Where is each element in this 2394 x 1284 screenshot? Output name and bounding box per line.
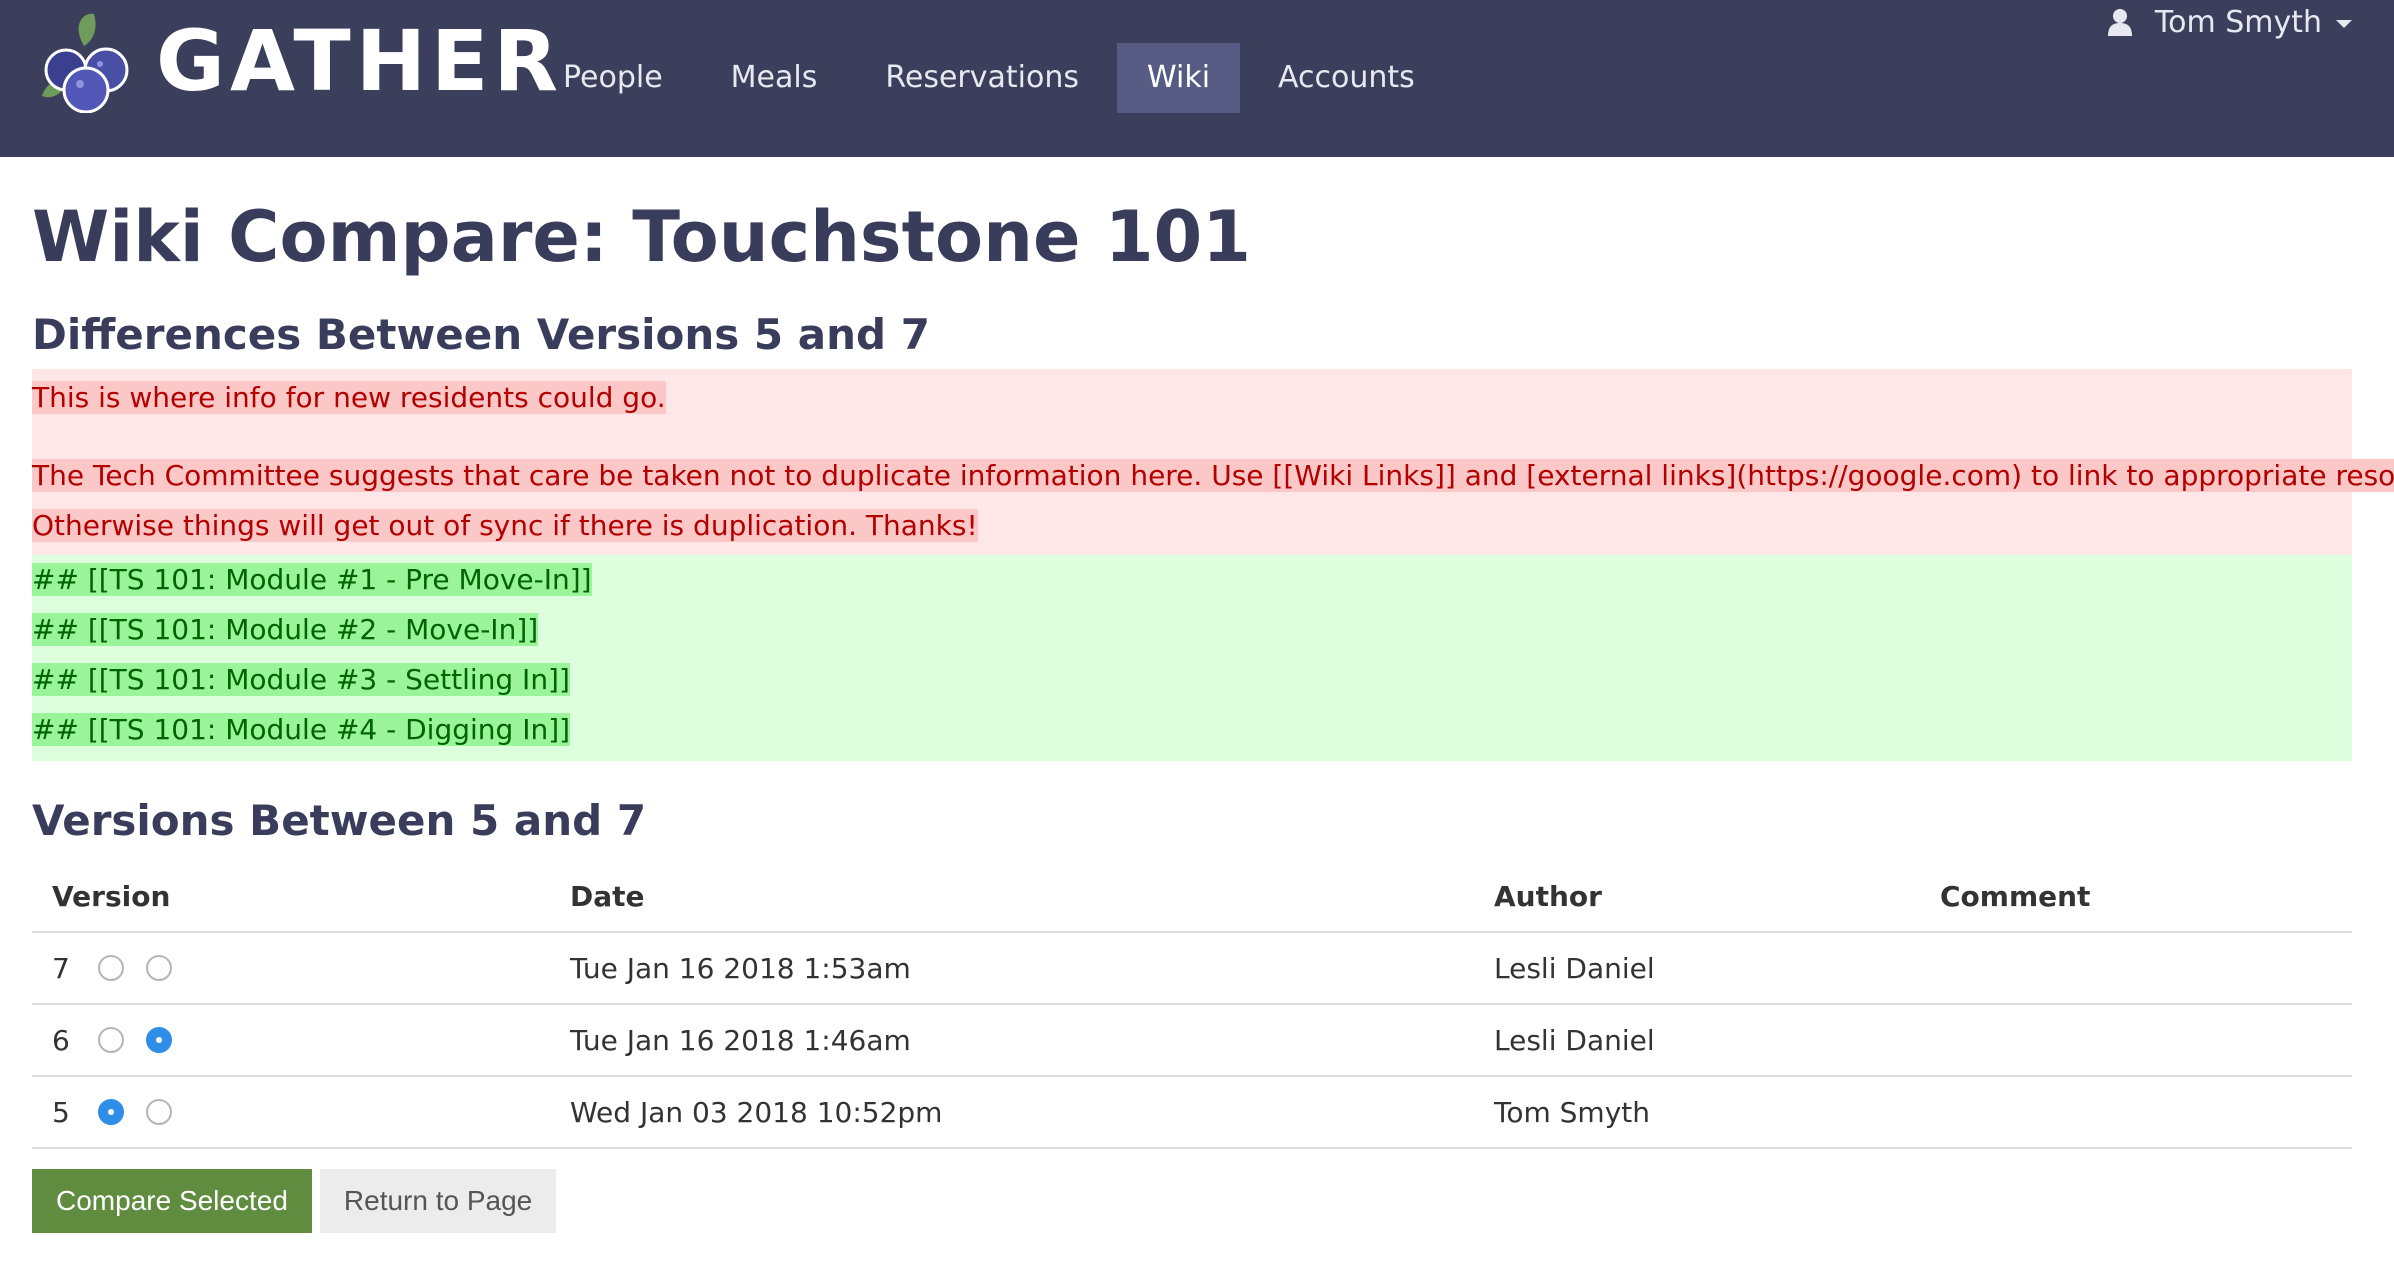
diff-added-line: ## [[TS 101: Module #2 - Move-In]] [32,613,539,646]
version-date: Tue Jan 16 2018 1:53am [550,932,1474,1005]
diff-added-block: ## [[TS 101: Module #1 - Pre Move-In]] #… [32,555,2352,761]
nav-item-reservations[interactable]: Reservations [855,43,1109,113]
column-header-version: Version [32,861,550,933]
action-buttons: Compare Selected Return to Page [32,1169,2352,1233]
old-version-radio[interactable] [98,955,124,981]
user-name: Tom Smyth [2154,4,2322,40]
table-row: 7 Tue Jan 16 2018 1:53am Lesli Daniel [32,932,2352,1005]
version-comment [1920,932,2352,1005]
version-author: Lesli Daniel [1474,1004,1920,1077]
nav-item-wiki[interactable]: Wiki [1116,43,1241,113]
diff-removed-line: Otherwise things will get out of sync if… [32,509,978,542]
blueberry-logo-icon [42,13,129,113]
old-version-radio[interactable] [98,1027,124,1053]
new-version-radio[interactable] [146,955,172,981]
version-comment [1920,1004,2352,1077]
new-version-radio[interactable] [146,1027,172,1053]
diff-added-line: ## [[TS 101: Module #3 - Settling In]] [32,663,570,696]
version-author: Lesli Daniel [1474,932,1920,1005]
versions-table: Version Date Author Comment 7 Tue Jan 16… [32,861,2352,1149]
table-row: 5 Wed Jan 03 2018 10:52pm Tom Smyth [32,1076,2352,1149]
nav-item-accounts[interactable]: Accounts [1248,43,1445,113]
nav-item-people[interactable]: People [533,43,693,113]
return-to-page-button[interactable]: Return to Page [319,1169,557,1233]
version-date: Tue Jan 16 2018 1:46am [550,1004,1474,1077]
diff-added-line: ## [[TS 101: Module #1 - Pre Move-In]] [32,563,592,596]
version-comment [1920,1076,2352,1149]
versions-heading: Versions Between 5 and 7 [32,796,647,845]
column-header-date: Date [550,861,1474,933]
nav-item-meals[interactable]: Meals [701,43,848,113]
user-icon [2107,9,2132,36]
table-header-row: Version Date Author Comment [32,861,2352,933]
user-menu[interactable]: Tom Smyth [2107,0,2352,44]
version-number: 6 [52,1023,70,1057]
new-version-radio[interactable] [146,1099,172,1125]
diff-removed-block: This is where info for new residents cou… [32,369,2394,555]
brand-name: GATHER [156,11,564,110]
version-number: 5 [52,1095,70,1129]
gather-logo[interactable]: GATHER [32,8,563,113]
version-author: Tom Smyth [1474,1076,1920,1149]
table-row: 6 Tue Jan 16 2018 1:46am Lesli Daniel [32,1004,2352,1077]
column-header-comment: Comment [1920,861,2352,933]
caret-down-icon [2336,20,2352,28]
top-navbar: GATHER People Meals Reservations Wiki Ac… [0,0,2394,157]
diff-removed-line: This is where info for new residents cou… [32,381,666,414]
diff-removed-line: The Tech Committee suggests that care be… [32,451,2394,501]
main-content: Wiki Compare: Touchstone 101 Differences… [0,195,2394,1233]
diff-view: This is where info for new residents cou… [32,369,2394,761]
diff-added-line: ## [[TS 101: Module #4 - Digging In]] [32,713,571,746]
compare-selected-button[interactable]: Compare Selected [32,1169,312,1233]
main-nav: People Meals Reservations Wiki Accounts [533,43,1453,113]
version-number: 7 [52,951,70,985]
old-version-radio[interactable] [98,1099,124,1125]
column-header-author: Author [1474,861,1920,933]
page-title: Wiki Compare: Touchstone 101 [32,196,1251,278]
version-date: Wed Jan 03 2018 10:52pm [550,1076,1474,1149]
diff-heading: Differences Between Versions 5 and 7 [32,310,930,359]
